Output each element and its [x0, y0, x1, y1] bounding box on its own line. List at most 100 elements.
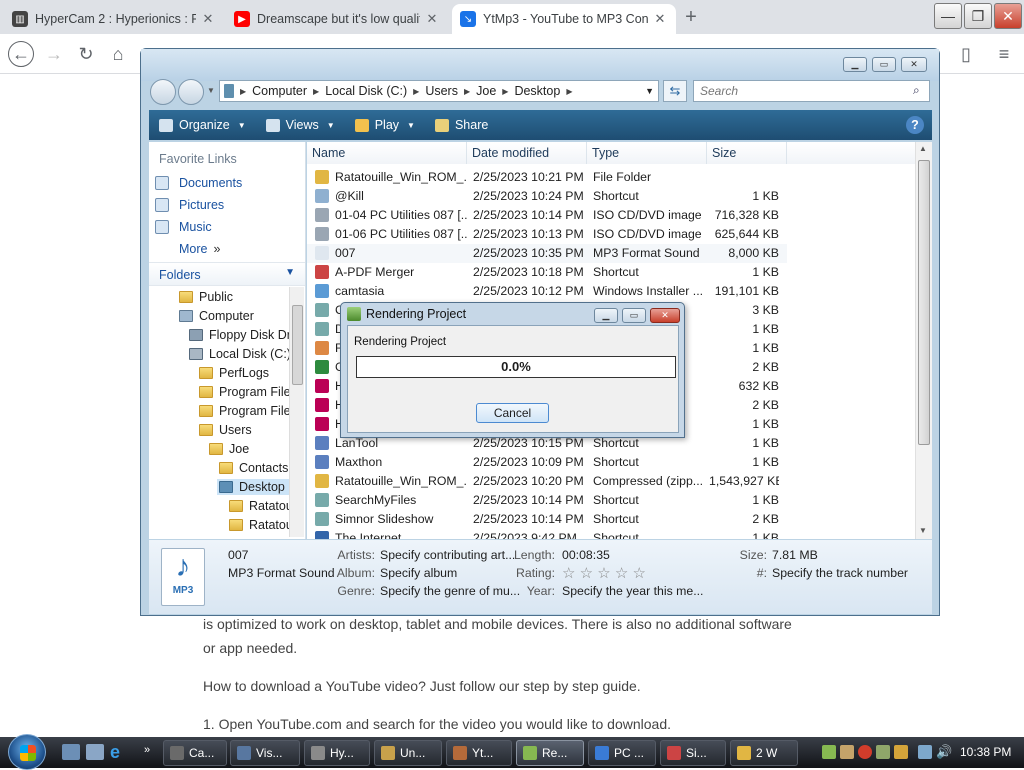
home-button[interactable]: ⌂	[106, 42, 130, 66]
breadcrumb-users[interactable]: Users	[419, 84, 464, 98]
favorite-link-pictures[interactable]: Pictures	[155, 198, 224, 212]
year-value[interactable]: Specify the year this me...	[562, 584, 703, 598]
volume-icon[interactable]: 🔊	[936, 744, 952, 760]
rating-stars[interactable]: ☆ ☆ ☆ ☆ ☆	[562, 564, 646, 582]
sidebar-icon[interactable]: ▯	[954, 42, 978, 66]
file-row[interactable]: Simnor Slideshow 2/25/2023 10:14 PM Shortc…	[307, 510, 787, 529]
file-row[interactable]: @Kill 2/25/2023 10:24 PM Shortcut 1 KB	[307, 187, 787, 206]
views-button[interactable]: Views ▼	[256, 118, 345, 132]
explorer-maximize-button[interactable]: ▭	[872, 57, 896, 72]
switch-windows-icon[interactable]	[86, 744, 104, 760]
scroll-down-icon[interactable]: ▼	[919, 526, 927, 535]
tree-item-program-files[interactable]: Program File	[199, 385, 289, 399]
tray-app-icon[interactable]	[822, 745, 836, 759]
explorer-forward-button[interactable]	[178, 79, 204, 105]
column-header-size[interactable]: Size	[707, 142, 787, 164]
show-desktop-icon[interactable]	[62, 744, 80, 760]
file-row[interactable]: 01-06 PC Utilities 087 [... 2/25/2023 10:…	[307, 225, 787, 244]
column-header-name[interactable]: Name	[307, 142, 467, 164]
internet-explorer-icon[interactable]: e	[110, 742, 120, 763]
refresh-icon[interactable]: ⇆	[663, 80, 687, 102]
tray-tools-icon[interactable]	[840, 745, 854, 759]
file-row[interactable]: 01-04 PC Utilities 087 [... 2/25/2023 10:…	[307, 206, 787, 225]
folders-header[interactable]: Folders ▼	[149, 262, 305, 286]
taskbar-button[interactable]: Yt...	[446, 740, 512, 766]
browser-tab-ytmp3[interactable]: ↘ YtMp3 - YouTube to MP3 Conv ✕	[452, 4, 676, 34]
share-button[interactable]: Share	[425, 118, 498, 132]
file-row[interactable]: Maxthon 2/25/2023 10:09 PM Shortcut 1 KB	[307, 453, 787, 472]
column-header-date[interactable]: Date modified	[467, 142, 587, 164]
breadcrumb-desktop[interactable]: Desktop	[508, 84, 566, 98]
tree-item-ratatouille-1[interactable]: Ratatou	[229, 499, 289, 513]
quick-launch-more-icon[interactable]: »	[144, 744, 150, 756]
taskbar-button[interactable]: PC ...	[588, 740, 656, 766]
tree-item-local-disk[interactable]: Local Disk (C:)	[189, 347, 289, 361]
favorite-link-more[interactable]: More »	[179, 242, 220, 256]
play-button[interactable]: Play ▼	[345, 118, 425, 132]
track-value[interactable]: Specify the track number	[772, 566, 908, 580]
dialog-minimize-button[interactable]: ▁	[594, 308, 618, 323]
tray-security-icon[interactable]	[876, 745, 890, 759]
close-tab-icon[interactable]: ✕	[200, 11, 216, 27]
new-tab-button[interactable]: +	[680, 6, 702, 28]
start-button[interactable]	[8, 734, 46, 770]
close-tab-icon[interactable]: ✕	[424, 11, 440, 27]
menu-button[interactable]: ≡	[992, 42, 1016, 66]
file-row[interactable]: A-PDF Merger 2/25/2023 10:18 PM Shortcut 1 …	[307, 263, 787, 282]
tree-item-desktop[interactable]: Desktop	[217, 479, 289, 495]
taskbar-button[interactable]: Re...	[516, 740, 584, 766]
tree-item-ratatouille-2[interactable]: Ratatou	[229, 518, 289, 532]
browser-tab-dreamscape[interactable]: ▶ Dreamscape but it's low quality ✕	[226, 4, 448, 34]
file-row[interactable]: The Internet 2/25/2023 9:42 PM Shortcut 1 K…	[307, 529, 787, 539]
explorer-close-button[interactable]: ✕	[901, 57, 927, 72]
address-dropdown-icon[interactable]: ▼	[645, 86, 654, 96]
file-row[interactable]: Ratatouille_Win_ROM_... 2/25/2023 10:20 P…	[307, 472, 787, 491]
browser-tab-hypercam[interactable]: ▥ HyperCam 2 : Hyperionics : Fre ✕	[4, 4, 224, 34]
explorer-back-button[interactable]	[150, 79, 176, 105]
file-row[interactable]: SearchMyFiles 2/25/2023 10:14 PM Shortcut 1…	[307, 491, 787, 510]
taskbar-button[interactable]: Si...	[660, 740, 726, 766]
reload-button[interactable]: ↻	[74, 42, 98, 66]
taskbar-button[interactable]: Un...	[374, 740, 442, 766]
breadcrumb-computer[interactable]: Computer	[246, 84, 313, 98]
tray-stop-icon[interactable]	[858, 745, 872, 759]
close-button[interactable]: ✕	[994, 3, 1022, 29]
tree-item-perflogs[interactable]: PerfLogs	[199, 366, 269, 380]
minimize-button[interactable]: —	[934, 3, 962, 29]
scrollbar-thumb[interactable]	[918, 160, 930, 445]
dialog-maximize-button[interactable]: ▭	[622, 308, 646, 323]
search-input[interactable]: Search	[693, 80, 930, 102]
tree-item-floppy[interactable]: Floppy Disk Dr	[189, 328, 289, 342]
taskbar-button[interactable]: Ca...	[163, 740, 227, 766]
tree-item-users[interactable]: Users	[199, 423, 252, 437]
favorite-link-documents[interactable]: Documents	[155, 176, 242, 190]
organize-button[interactable]: Organize ▼	[149, 118, 256, 132]
file-row[interactable]: camtasia 2/25/2023 10:12 PM Windows Instal…	[307, 282, 787, 301]
favorite-link-music[interactable]: Music	[155, 220, 212, 234]
tree-item-joe[interactable]: Joe	[209, 442, 249, 456]
network-icon[interactable]	[918, 745, 932, 759]
file-row[interactable]: 007 2/25/2023 10:35 PM MP3 Format Sound 8,0…	[307, 244, 787, 263]
file-list-scrollbar[interactable]: ▲ ▼	[915, 142, 932, 539]
dialog-close-button[interactable]: ✕	[650, 308, 680, 323]
taskbar-clock[interactable]: 10:38 PM	[960, 745, 1011, 759]
taskbar-button[interactable]: Vis...	[230, 740, 300, 766]
taskbar-button[interactable]: 2 W	[730, 740, 798, 766]
back-button[interactable]: ←	[8, 41, 34, 67]
tray-record-icon[interactable]	[894, 745, 908, 759]
cancel-button[interactable]: Cancel	[476, 403, 549, 423]
tree-item-public[interactable]: Public	[179, 290, 233, 304]
file-row[interactable]: Ratatouille_Win_ROM_... 2/25/2023 10:21 P…	[307, 168, 787, 187]
scrollbar-thumb[interactable]	[292, 305, 303, 385]
taskbar-button[interactable]: Hy...	[304, 740, 370, 766]
forward-button[interactable]: →	[42, 42, 66, 66]
address-bar[interactable]: ▶ Computer ▶ Local Disk (C:) ▶ Users ▶ J…	[219, 80, 659, 102]
tree-scrollbar[interactable]	[289, 287, 304, 537]
album-value[interactable]: Specify album	[380, 566, 457, 580]
breadcrumb-joe[interactable]: Joe	[470, 84, 502, 98]
close-tab-icon[interactable]: ✕	[652, 11, 668, 27]
tree-item-program-files-x86[interactable]: Program File	[199, 404, 289, 418]
column-header-type[interactable]: Type	[587, 142, 707, 164]
help-icon[interactable]: ?	[906, 116, 924, 134]
tree-item-contacts[interactable]: Contacts	[219, 461, 288, 475]
